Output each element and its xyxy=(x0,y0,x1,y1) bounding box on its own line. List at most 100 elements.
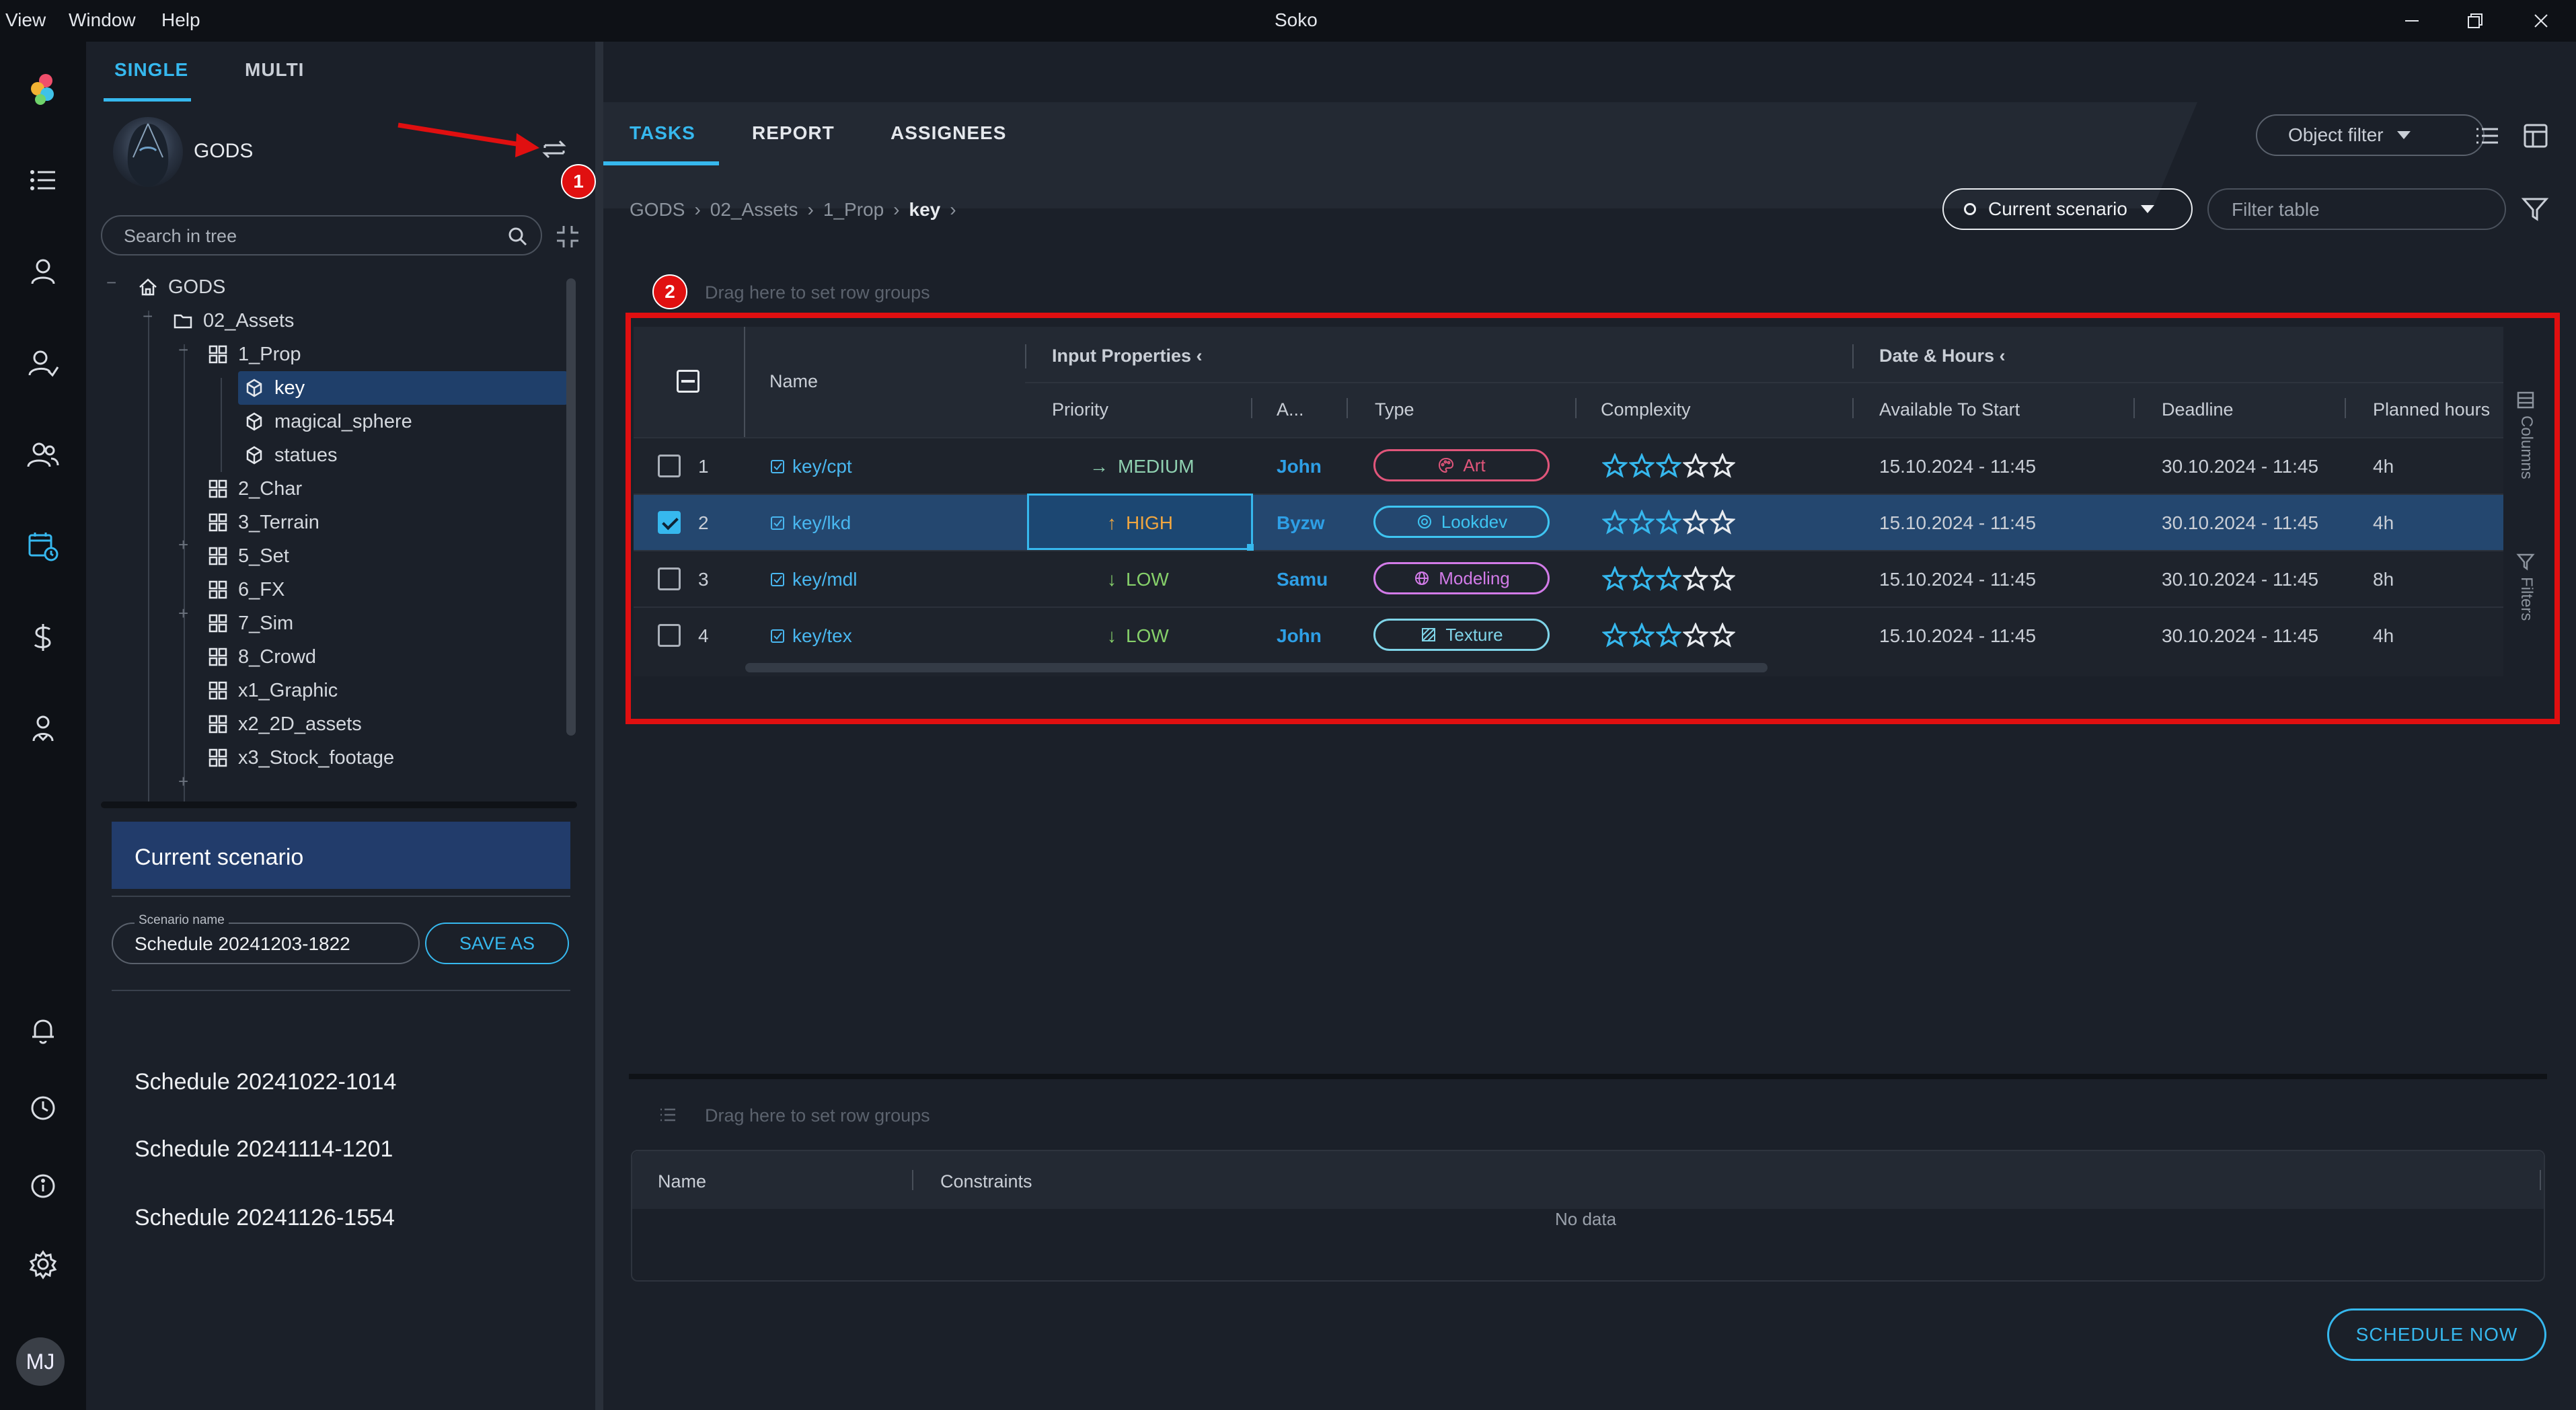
filters-tool-label[interactable]: Filters xyxy=(2517,577,2536,621)
star-icon[interactable] xyxy=(1601,565,1628,595)
star-icon[interactable] xyxy=(1628,509,1655,539)
tree-node-6-fx[interactable]: 6_FX xyxy=(207,573,285,606)
star-icon[interactable] xyxy=(1655,622,1682,652)
tree-search[interactable] xyxy=(101,215,542,256)
collapse-toggle[interactable]: − xyxy=(106,274,120,291)
collapse-icon[interactable] xyxy=(554,223,581,250)
type-pill[interactable]: Modeling xyxy=(1373,562,1550,594)
tab-report[interactable]: REPORT xyxy=(752,122,835,144)
star-icon[interactable] xyxy=(1628,453,1655,482)
star-icon[interactable] xyxy=(1628,565,1655,595)
task-name-link[interactable]: key/lkd xyxy=(769,512,851,534)
dollar-icon[interactable] xyxy=(16,611,70,664)
scenario-item[interactable]: Schedule 20241022-1014 xyxy=(135,1069,396,1095)
star-icon[interactable] xyxy=(1682,622,1709,652)
search-input[interactable] xyxy=(124,223,500,249)
column-header-deadline[interactable]: Deadline xyxy=(2162,399,2234,420)
menu-help[interactable]: Help xyxy=(161,9,200,31)
task-name-link[interactable]: key/tex xyxy=(769,625,852,647)
star-icon[interactable] xyxy=(1682,509,1709,539)
user-avatar[interactable]: MJ xyxy=(16,1337,65,1386)
team-icon[interactable] xyxy=(16,702,70,756)
type-pill[interactable]: Lookdev xyxy=(1373,506,1550,538)
priority-value[interactable]: → MEDIUM xyxy=(1090,456,1195,477)
layout-icon[interactable] xyxy=(2521,121,2550,151)
filter-table-field[interactable] xyxy=(2207,188,2506,230)
star-icon[interactable] xyxy=(1709,509,1736,539)
grid-horizontal-scrollbar[interactable] xyxy=(745,663,1768,672)
panel-splitter[interactable] xyxy=(595,42,603,1410)
star-icon[interactable] xyxy=(1709,453,1736,482)
clock-icon[interactable] xyxy=(16,1081,70,1135)
tree-node-1-prop[interactable]: 1_Prop xyxy=(207,338,301,371)
column-header-type[interactable]: Type xyxy=(1375,399,1414,420)
table-row[interactable]: 4 key/tex ↓ LOW John Texture 15.10.2024 … xyxy=(634,606,2503,663)
table-row[interactable]: 2 key/lkd ↑ HIGH Byzw Lookdev 15.10.2024… xyxy=(634,494,2503,550)
scenario-name-field[interactable] xyxy=(112,923,420,964)
table-row[interactable]: 1 key/cpt → MEDIUM John Art 15.10.2024 -… xyxy=(634,437,2503,494)
users-icon[interactable] xyxy=(16,428,70,481)
tree-node-magical-sphere[interactable]: magical_sphere xyxy=(243,405,412,438)
list-view-icon[interactable] xyxy=(2472,121,2502,151)
menu-window[interactable]: Window xyxy=(69,9,136,31)
tree-node-7-sim[interactable]: 7_Sim xyxy=(207,606,293,640)
soko-logo-icon[interactable] xyxy=(16,62,70,116)
type-pill[interactable]: Art xyxy=(1373,449,1550,481)
bell-icon[interactable] xyxy=(16,1003,70,1057)
task-name-link[interactable]: key/mdl xyxy=(769,569,857,590)
star-icon[interactable] xyxy=(1601,509,1628,539)
restore-icon[interactable] xyxy=(2455,5,2495,36)
star-icon[interactable] xyxy=(1601,453,1628,482)
info-icon[interactable] xyxy=(16,1159,70,1213)
bottom-panel-splitter[interactable] xyxy=(629,1074,2547,1079)
scenario-selector[interactable]: Current scenario xyxy=(1942,188,2193,230)
scenario-item[interactable]: Schedule 20241126-1554 xyxy=(135,1205,395,1231)
column-header-assignee[interactable]: A... xyxy=(1277,399,1304,420)
tree-node-x1-graphic[interactable]: x1_Graphic xyxy=(207,674,338,707)
assignee-name[interactable]: John xyxy=(1277,456,1337,477)
tree-node-8-crowd[interactable]: 8_Crowd xyxy=(207,640,316,674)
schedule-now-button[interactable]: SCHEDULE NOW xyxy=(2327,1308,2546,1361)
tree-node-x2-2d-assets[interactable]: x2_2D_assets xyxy=(207,707,362,741)
row-checkbox[interactable] xyxy=(658,511,681,534)
schedule-icon[interactable] xyxy=(16,519,70,573)
collapse-toggle[interactable]: − xyxy=(178,341,192,358)
tree-node-gods[interactable]: GODS xyxy=(137,270,225,304)
collapse-toggle[interactable]: − xyxy=(143,307,156,325)
complexity-rating[interactable] xyxy=(1601,565,1736,595)
filter-icon[interactable] xyxy=(2521,195,2549,223)
scenario-item[interactable]: Schedule 20241114-1201 xyxy=(135,1136,393,1163)
columns-tool-label[interactable]: Columns xyxy=(2517,416,2536,479)
filters-icon[interactable] xyxy=(2515,551,2536,572)
complexity-rating[interactable] xyxy=(1601,453,1736,482)
select-all-checkbox[interactable] xyxy=(677,370,699,393)
star-icon[interactable] xyxy=(1709,565,1736,595)
tab-tasks[interactable]: TASKS xyxy=(630,122,695,144)
star-icon[interactable] xyxy=(1709,622,1736,652)
constraints-row-group-drop-zone[interactable]: Drag here to set row groups xyxy=(705,1105,930,1126)
star-icon[interactable] xyxy=(1655,453,1682,482)
list-icon[interactable] xyxy=(16,153,70,207)
type-pill[interactable]: Texture xyxy=(1373,619,1550,651)
column-group-input[interactable]: Input Properties ‹ xyxy=(1052,346,1203,366)
scenario-name-input[interactable] xyxy=(135,932,404,956)
assignee-name[interactable]: John xyxy=(1277,625,1337,647)
complexity-rating[interactable] xyxy=(1601,622,1736,652)
menu-view[interactable]: View xyxy=(5,9,46,31)
tab-multi[interactable]: MULTI xyxy=(245,59,304,81)
expand-toggle[interactable]: + xyxy=(178,604,192,622)
settings-icon[interactable] xyxy=(16,1237,70,1291)
task-name-link[interactable]: key/cpt xyxy=(769,456,852,477)
priority-value[interactable]: ↓ LOW xyxy=(1107,625,1169,647)
assignee-name[interactable]: Byzw xyxy=(1277,512,1337,534)
breadcrumb-item[interactable]: key xyxy=(909,199,941,221)
current-scenario-item[interactable]: Current scenario xyxy=(112,822,570,889)
column-group-date[interactable]: Date & Hours ‹ xyxy=(1879,346,2006,366)
tree-node-3-terrain[interactable]: 3_Terrain xyxy=(207,506,319,539)
tree-node-5-set[interactable]: 5_Set xyxy=(207,539,289,573)
tree-node-statues[interactable]: statues xyxy=(243,438,338,472)
breadcrumb-item[interactable]: GODS xyxy=(630,199,685,221)
user-check-icon[interactable] xyxy=(16,336,70,390)
priority-value[interactable]: ↑ HIGH xyxy=(1107,512,1173,534)
column-header-available[interactable]: Available To Start xyxy=(1879,399,2020,420)
